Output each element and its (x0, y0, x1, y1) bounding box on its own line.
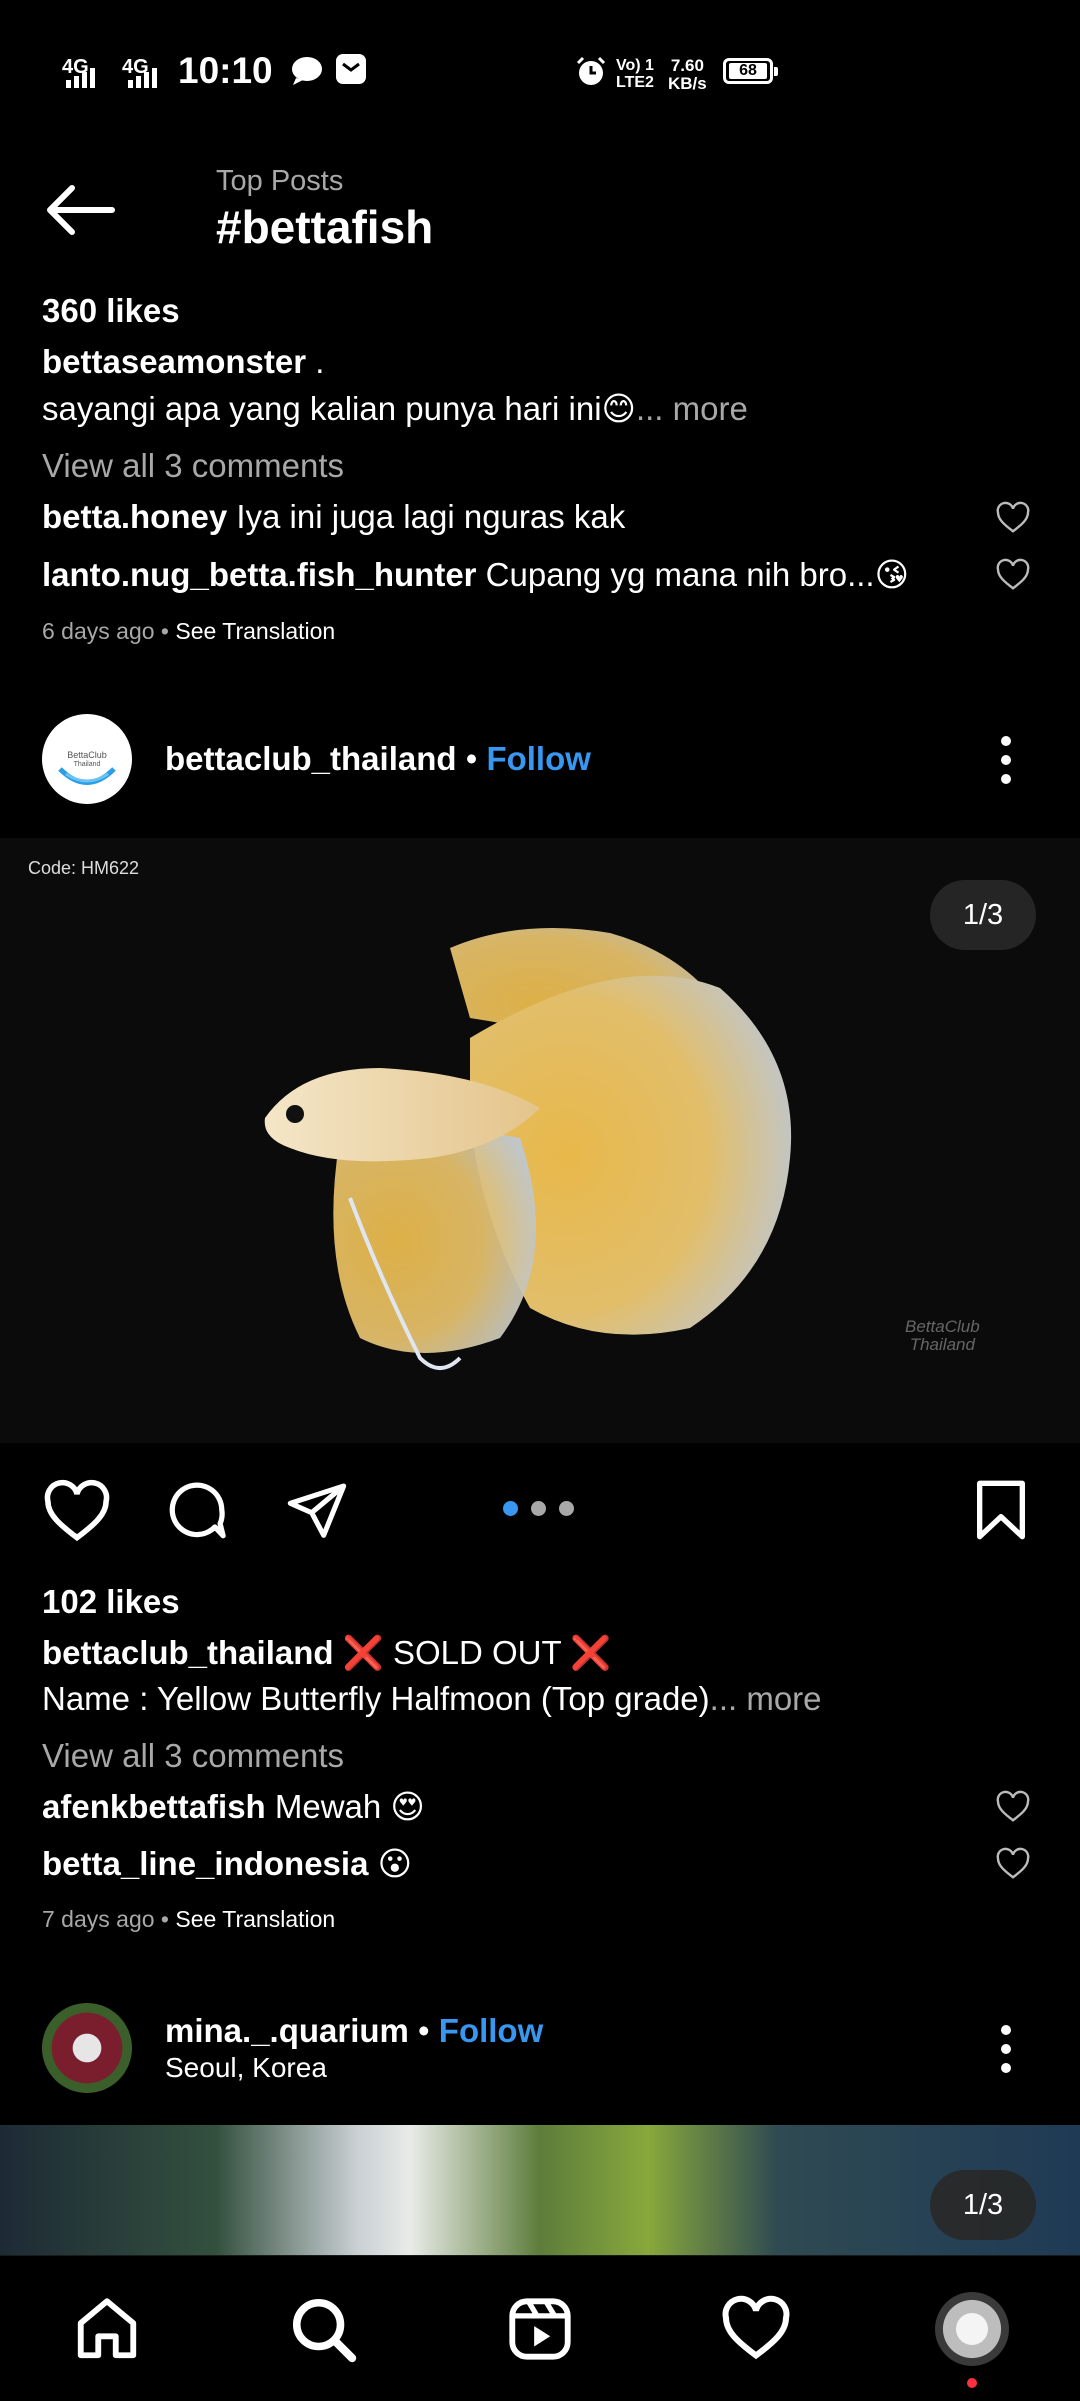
comment-like-heart-icon[interactable] (995, 500, 1031, 534)
signal-icon (128, 60, 157, 88)
comment-text: Iya ini juga lagi nguras kak (227, 498, 626, 535)
post2-view-comments[interactable]: View all 3 comments (42, 1737, 344, 1775)
carousel-counter: 1/3 (930, 2170, 1036, 2240)
post1-caption-text: sayangi apa yang kalian punya hari ini😊 (42, 390, 636, 427)
carousel-dot (503, 1501, 518, 1516)
comment-icon[interactable] (163, 1478, 231, 1544)
share-send-icon[interactable] (283, 1478, 351, 1542)
svg-text:BettaClub: BettaClub (67, 750, 107, 760)
post2-caption-text: Name : Yellow Butterfly Halfmoon (Top gr… (42, 1680, 710, 1717)
home-icon[interactable] (72, 2294, 142, 2364)
carousel-indicator (503, 1501, 574, 1516)
post2-more-link[interactable]: ... more (710, 1680, 822, 1717)
inbox-icon (336, 54, 366, 84)
post2-image[interactable]: Code: HM622 1/3 BettaClub Thailand (0, 838, 1080, 1443)
svg-text:Thailand: Thailand (74, 761, 101, 768)
volte-indicator: Vo) 1 LTE2 (616, 57, 654, 91)
status-bar: 4G 4G 10:10 Vo) 1 LTE2 7.60 KB/s 68 (0, 0, 1080, 140)
activity-heart-icon[interactable] (720, 2294, 792, 2360)
comment-text: Mewah 😍 (265, 1788, 425, 1825)
post3-username[interactable]: mina._.quarium (165, 2012, 409, 2049)
post2-caption-username[interactable]: bettaclub_thailand (42, 1634, 334, 1671)
bottom-navigation (0, 2255, 1080, 2401)
more-options-icon[interactable] (1000, 736, 1012, 793)
comment-row: betta_line_indonesia 😮 (42, 1844, 412, 1883)
post1-timestamp: 6 days ago (42, 618, 155, 644)
bettaclub-logo-icon: BettaClubThailand (58, 750, 116, 785)
avatar[interactable] (42, 2003, 132, 2093)
post2-caption: Name : Yellow Butterfly Halfmoon (Top gr… (42, 1680, 822, 1718)
comment-username[interactable]: afenkbettafish (42, 1788, 266, 1825)
more-options-icon[interactable] (1000, 2025, 1012, 2082)
follow-button[interactable]: Follow (486, 740, 590, 777)
post2-timestamp: 7 days ago (42, 1906, 155, 1932)
post1-caption-head: bettaseamonster . (42, 343, 324, 381)
search-icon[interactable] (288, 2294, 358, 2364)
page-title: #bettafish (216, 201, 434, 253)
signal-icon (66, 60, 95, 88)
see-translation-link[interactable]: See Translation (175, 618, 335, 644)
post3-image[interactable]: 1/3 (0, 2125, 1080, 2255)
follow-button[interactable]: Follow (439, 2012, 543, 2049)
post1-username-suffix: . (306, 343, 325, 380)
reels-icon[interactable] (505, 2294, 575, 2364)
profile-avatar[interactable] (935, 2292, 1009, 2366)
battery-icon: 68 (723, 58, 778, 84)
comment-like-heart-icon[interactable] (995, 1846, 1031, 1880)
post2-caption-title: ❌ SOLD OUT ❌ (333, 1634, 612, 1671)
comment-text: Cupang yg mana nih bro...😘 (476, 556, 909, 593)
header-subtitle: Top Posts (216, 165, 344, 197)
post1-likes[interactable]: 360 likes (42, 292, 180, 330)
post2-header-line: bettaclub_thailand • Follow (165, 740, 591, 778)
separator: • (408, 2012, 439, 2049)
post3-header-line: mina._.quarium • Follow (165, 2012, 543, 2050)
avatar[interactable]: BettaClub Thailand (42, 714, 132, 804)
post2-likes[interactable]: 102 likes (42, 1583, 180, 1621)
comment-username[interactable]: betta.honey (42, 498, 227, 535)
carousel-dot (559, 1501, 574, 1516)
post1-view-comments[interactable]: View all 3 comments (42, 447, 344, 485)
post1-meta: 6 days ago • See Translation (42, 618, 336, 644)
clock: 10:10 (178, 50, 273, 91)
network-speed: 7.60 KB/s (668, 56, 707, 93)
post2-meta: 7 days ago • See Translation (42, 1906, 336, 1932)
carousel-dot (531, 1501, 546, 1516)
post3-location[interactable]: Seoul, Korea (165, 2052, 327, 2084)
post2-username[interactable]: bettaclub_thailand (165, 740, 457, 777)
save-bookmark-icon[interactable] (971, 1478, 1031, 1542)
separator: • (456, 740, 487, 777)
back-arrow-icon[interactable] (40, 180, 120, 240)
comment-text: 😮 (368, 1845, 413, 1882)
message-bubble-icon (292, 57, 322, 85)
comment-like-heart-icon[interactable] (995, 1789, 1031, 1823)
like-heart-icon[interactable] (42, 1478, 112, 1542)
comment-row: lanto.nug_betta.fish_hunter Cupang yg ma… (42, 555, 909, 594)
post1-caption: sayangi apa yang kalian punya hari ini😊.… (42, 389, 748, 428)
post1-more-link[interactable]: ... more (636, 390, 748, 427)
comment-like-heart-icon[interactable] (995, 557, 1031, 591)
post1-username[interactable]: bettaseamonster (42, 343, 306, 380)
post2-caption-head: bettaclub_thailand ❌ SOLD OUT ❌ (42, 1634, 611, 1673)
watermark: BettaClub Thailand (905, 1317, 980, 1354)
notification-dot (967, 2378, 977, 2388)
comment-username[interactable]: betta_line_indonesia (42, 1845, 368, 1882)
comment-row: afenkbettafish Mewah 😍 (42, 1787, 425, 1826)
comment-row: betta.honey Iya ini juga lagi nguras kak (42, 498, 625, 536)
battery-level: 68 (729, 63, 767, 79)
see-translation-link[interactable]: See Translation (175, 1906, 335, 1932)
alarm-icon (576, 56, 606, 85)
comment-username[interactable]: lanto.nug_betta.fish_hunter (42, 556, 477, 593)
